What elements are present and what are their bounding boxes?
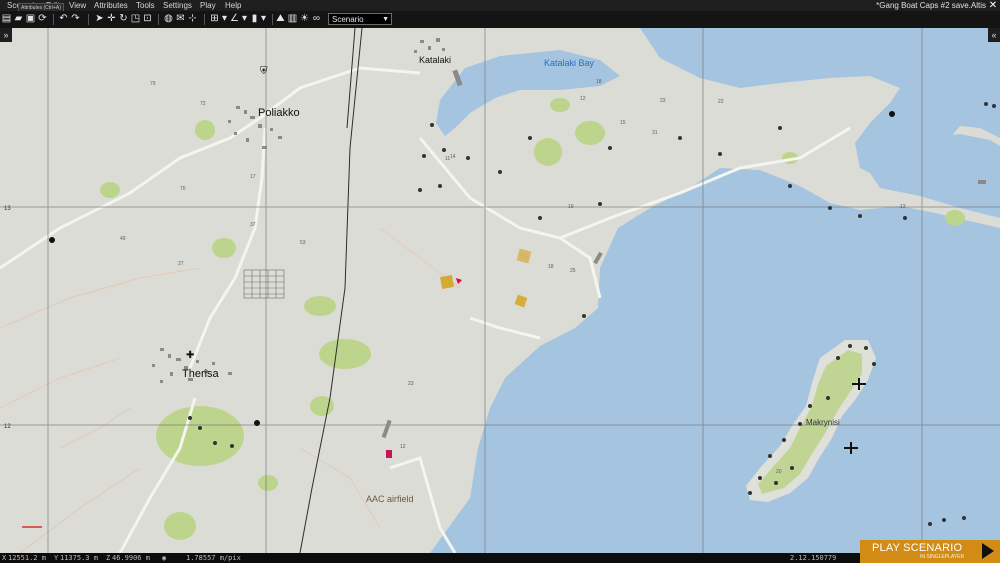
window-title: *Gang Boat Caps #2 save.Altis	[876, 1, 986, 10]
svg-text:18: 18	[548, 264, 554, 270]
toolbar-divider	[272, 14, 273, 25]
game-version: 2.12.150779	[790, 554, 837, 562]
scale-icon[interactable]: ◳	[130, 13, 141, 25]
svg-text:12: 12	[580, 96, 586, 102]
svg-text:27: 27	[178, 261, 184, 267]
menu-help[interactable]: Help	[222, 0, 244, 11]
svg-text:79: 79	[150, 81, 156, 87]
bounds-icon[interactable]: ⊡	[142, 13, 153, 25]
svg-text:19: 19	[568, 204, 574, 210]
vertical-mode-icon[interactable]: ⊹	[187, 13, 198, 25]
mode-select[interactable]: Scenario ▼	[328, 13, 392, 25]
svg-text:23: 23	[660, 98, 666, 104]
refresh-icon[interactable]: ⟳	[37, 13, 48, 25]
open-folder-icon[interactable]: ▰	[13, 13, 24, 25]
svg-text:20: 20	[776, 469, 782, 475]
left-panel-toggle[interactable]: »	[0, 28, 12, 42]
ruler-dropdown-icon[interactable]: ▾	[258, 13, 269, 25]
menu-view[interactable]: View	[66, 0, 89, 11]
svg-text:70: 70	[180, 186, 186, 192]
toolbar-divider	[53, 14, 54, 25]
rotate-icon[interactable]: ↻	[118, 13, 129, 25]
grid-label-12: 12	[4, 424, 11, 430]
airfield-label: AAC airfield	[366, 494, 414, 504]
svg-text:22: 22	[718, 99, 724, 105]
eye-icon: ◉	[162, 554, 167, 562]
svg-text:72: 72	[200, 101, 206, 107]
undo-icon[interactable]: ↶	[58, 13, 69, 25]
x-coordinate: 12551.2 m	[8, 554, 46, 562]
town-label-katalaki: Katalaki	[419, 55, 451, 65]
binoculars-icon[interactable]: ∞	[311, 13, 322, 25]
svg-text:25: 25	[570, 268, 576, 274]
y-axis-icon: Y	[54, 554, 59, 562]
svg-text:37: 37	[250, 222, 256, 228]
menu-attributes[interactable]: Attributes	[91, 0, 131, 11]
y-coordinate: 11375.3 m	[60, 554, 98, 562]
svg-text:11: 11	[445, 156, 450, 162]
redo-icon[interactable]: ↷	[70, 13, 81, 25]
svg-text:31: 31	[652, 130, 658, 136]
chevron-down-icon: ▼	[382, 16, 389, 23]
x-axis-icon: X	[2, 554, 7, 562]
toolbar: ▤ ▰ ▣ ⟳ ↶ ↷ ➤ ✛ ↻ ◳ ⊡ ◍ ✉ ⊹ ⊞ ▾ ∠ ▾ ▮ ▾ …	[0, 11, 1000, 28]
svg-text:15: 15	[620, 120, 626, 126]
right-panel-toggle[interactable]: «	[988, 28, 1000, 42]
play-scenario-button[interactable]: PLAY SCENARIO IN SINGLEPLAYER	[860, 540, 1000, 563]
svg-text:53: 53	[300, 240, 306, 246]
svg-text:13: 13	[900, 204, 906, 210]
island-label-makrynisi: Makrynisi	[806, 418, 840, 427]
map-canvas[interactable]: ⛨ ✚ Poliakko Katalaki Katalaki Bay Theri…	[0, 28, 1000, 553]
svg-text:17: 17	[250, 174, 256, 180]
select-cursor-icon[interactable]: ➤	[94, 13, 105, 25]
new-file-icon[interactable]: ▤	[1, 13, 12, 25]
menu-bar: Scenario Edit View Attributes Tools Sett…	[0, 0, 1000, 11]
buildings-icon[interactable]: ▥	[287, 13, 298, 25]
toolbar-divider	[158, 14, 159, 25]
close-icon[interactable]: ✕	[988, 0, 998, 11]
svg-text:14: 14	[450, 154, 456, 160]
terrain-icon[interactable]: ⛰	[275, 13, 286, 25]
play-scenario-sublabel: IN SINGLEPLAYER	[920, 554, 965, 560]
toolbar-divider	[88, 14, 89, 25]
menu-play[interactable]: Play	[197, 0, 219, 11]
svg-text:✚: ✚	[186, 350, 194, 361]
town-label-therisa: Therisa	[182, 368, 220, 380]
save-icon[interactable]: ▣	[25, 13, 36, 25]
toolbar-divider	[204, 14, 205, 25]
sun-icon[interactable]: ☀	[299, 13, 310, 25]
svg-text:18: 18	[596, 79, 602, 85]
svg-text:49: 49	[120, 236, 126, 242]
z-axis-icon: Z	[106, 554, 111, 562]
play-arrow-icon	[982, 543, 994, 559]
mail-icon[interactable]: ✉	[175, 13, 186, 25]
svg-text:23: 23	[408, 381, 414, 387]
svg-text:⛨: ⛨	[260, 66, 268, 77]
world-icon[interactable]: ◍	[163, 13, 174, 25]
svg-text:12: 12	[400, 444, 406, 450]
grid-label-13: 13	[4, 206, 11, 212]
move-icon[interactable]: ✛	[106, 13, 117, 25]
menu-settings[interactable]: Settings	[160, 0, 195, 11]
water-label-katalaki-bay: Katalaki Bay	[544, 58, 595, 68]
play-scenario-label: PLAY SCENARIO	[872, 542, 963, 554]
town-label-poliakko: Poliakko	[258, 107, 300, 119]
mode-select-value: Scenario	[332, 15, 364, 24]
map-view[interactable]: ⛨ ✚ Poliakko Katalaki Katalaki Bay Theri…	[0, 28, 1000, 553]
z-coordinate: 46.9906 m	[112, 554, 150, 562]
status-bar: X 12551.2 m Y 11375.3 m Z 46.9906 m ◉ 1.…	[0, 553, 1000, 563]
menu-tools[interactable]: Tools	[133, 0, 158, 11]
map-scale: 1.78557 m/pix	[186, 554, 241, 562]
